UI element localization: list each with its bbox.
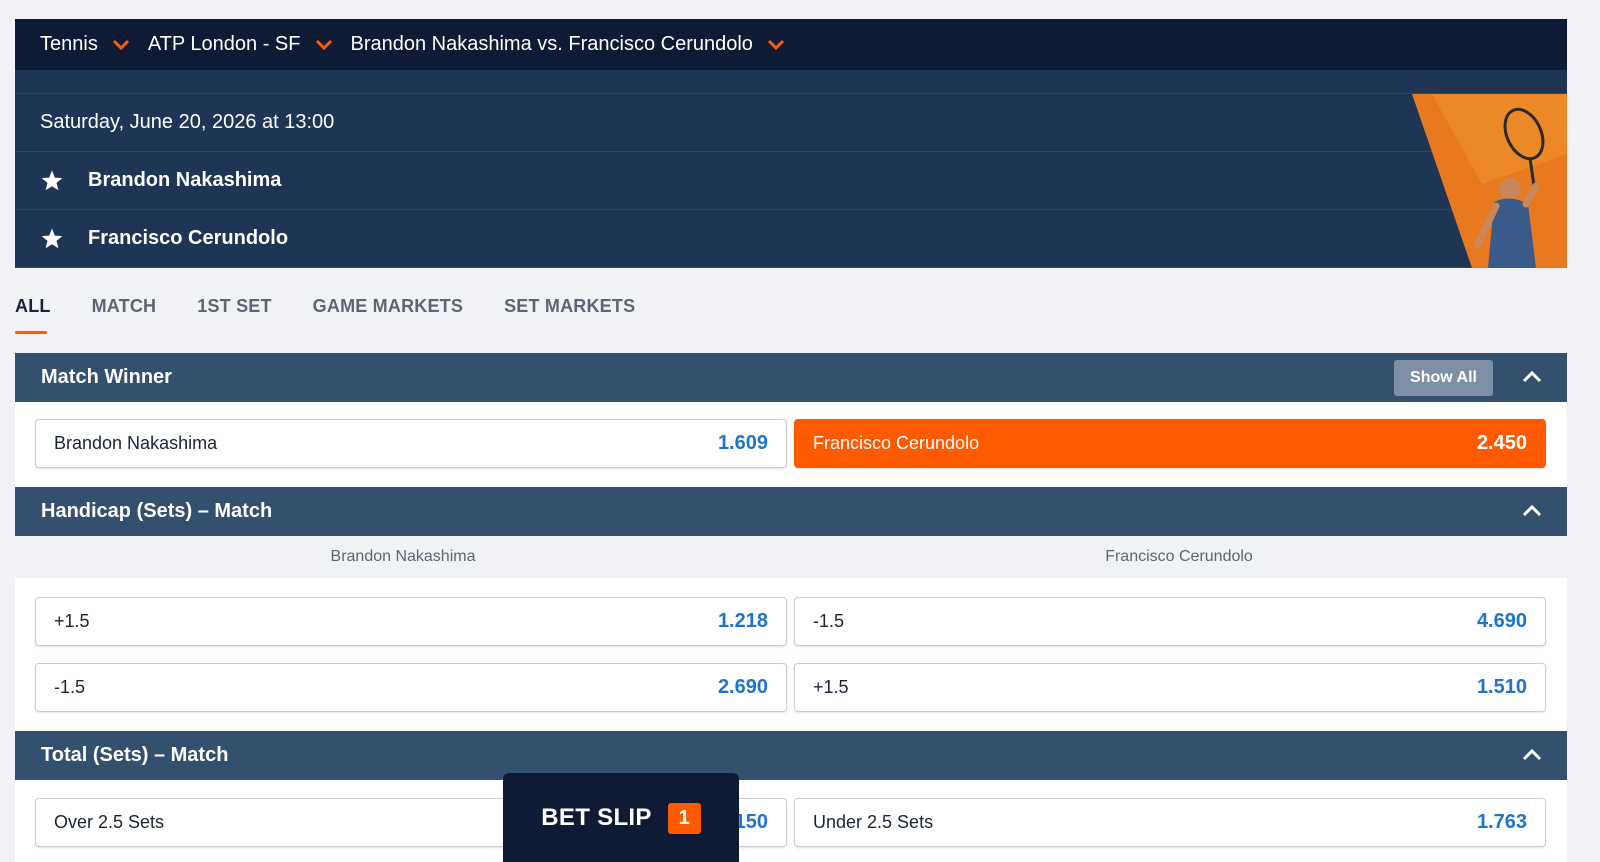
outcome-label: +1.5 bbox=[813, 677, 849, 697]
tab-all[interactable]: ALL bbox=[15, 296, 51, 338]
event-info: Saturday, June 20, 2026 at 13:00 Brandon… bbox=[15, 94, 1567, 268]
odds-button[interactable]: -1.5 2.690 bbox=[35, 663, 787, 712]
outcome-label: +1.5 bbox=[54, 611, 90, 631]
chevron-up-icon[interactable] bbox=[1521, 746, 1543, 764]
show-all-button[interactable]: Show All bbox=[1394, 360, 1493, 396]
outcome-odds: 2.690 bbox=[717, 676, 768, 698]
outcome-label: Francisco Cerundolo bbox=[813, 433, 980, 453]
favorite-star-icon[interactable] bbox=[40, 227, 64, 251]
match-winner-header[interactable]: Match Winner Show All bbox=[15, 353, 1567, 402]
outcome-label: -1.5 bbox=[54, 677, 86, 697]
outcome-label: -1.5 bbox=[813, 611, 845, 631]
breadcrumb-league-label: ATP London - SF bbox=[147, 33, 301, 55]
event-datetime-row: Saturday, June 20, 2026 at 13:00 bbox=[15, 94, 1567, 152]
bet-slip-label: BET SLIP bbox=[541, 804, 652, 831]
header-spacer bbox=[15, 70, 1567, 94]
bet-slip-count-badge: 1 bbox=[667, 803, 701, 834]
outcome-odds: 2.450 bbox=[1476, 432, 1527, 454]
odds-button[interactable]: Under 2.5 Sets 1.763 bbox=[794, 798, 1546, 847]
market-tabs: ALL MATCH 1ST SET GAME MARKETS SET MARKE… bbox=[15, 296, 676, 338]
favorite-star-icon[interactable] bbox=[40, 169, 64, 193]
outcome-odds: 1.609 bbox=[717, 432, 768, 454]
outcome-odds: 1.218 bbox=[717, 610, 768, 632]
outcome-odds: 1.510 bbox=[1476, 676, 1527, 698]
outcome-label: Over 2.5 Sets bbox=[54, 812, 165, 832]
tab-game-markets[interactable]: GAME MARKETS bbox=[313, 296, 463, 338]
outcome-odds: 4.690 bbox=[1476, 610, 1527, 632]
player-row: Francisco Cerundolo bbox=[15, 210, 1567, 268]
player-row: Brandon Nakashima bbox=[15, 152, 1567, 210]
breadcrumb-sport[interactable]: Tennis bbox=[40, 33, 130, 56]
breadcrumb-event-label: Brandon Nakashima vs. Francisco Cerundol… bbox=[350, 33, 753, 55]
event-datetime: Saturday, June 20, 2026 at 13:00 bbox=[40, 111, 335, 133]
market-title: Match Winner bbox=[41, 366, 172, 388]
column-label: Francisco Cerundolo bbox=[1105, 548, 1253, 565]
column-label: Brandon Nakashima bbox=[330, 548, 476, 565]
tab-match[interactable]: MATCH bbox=[92, 296, 157, 338]
player-name: Brandon Nakashima bbox=[88, 169, 282, 191]
breadcrumb: Tennis ATP London - SF Brandon Nakashima… bbox=[15, 19, 1567, 70]
outcome-label: Brandon Nakashima bbox=[54, 433, 218, 453]
tab-1st-set[interactable]: 1ST SET bbox=[197, 296, 271, 338]
handicap-column-labels: Brandon Nakashima Francisco Cerundolo bbox=[15, 536, 1567, 578]
outcome-odds: 150 bbox=[734, 811, 768, 833]
chevron-down-icon bbox=[315, 39, 332, 50]
event-header: Tennis ATP London - SF Brandon Nakashima… bbox=[15, 19, 1567, 268]
market-title: Total (Sets) – Match bbox=[41, 744, 229, 766]
outcome-label: Under 2.5 Sets bbox=[813, 812, 934, 832]
chevron-down-icon bbox=[767, 39, 784, 50]
breadcrumb-league[interactable]: ATP London - SF bbox=[148, 33, 333, 56]
player-name: Francisco Cerundolo bbox=[88, 227, 289, 249]
chevron-up-icon[interactable] bbox=[1521, 502, 1543, 520]
odds-button[interactable]: +1.5 1.218 bbox=[35, 597, 787, 646]
odds-button[interactable]: Brandon Nakashima 1.609 bbox=[35, 419, 787, 468]
breadcrumb-event[interactable]: Brandon Nakashima vs. Francisco Cerundol… bbox=[351, 33, 785, 56]
breadcrumb-sport-label: Tennis bbox=[40, 33, 98, 55]
handicap-header[interactable]: Handicap (Sets) – Match bbox=[15, 487, 1567, 536]
total-sets-header[interactable]: Total (Sets) – Match bbox=[15, 731, 1567, 780]
odds-button[interactable]: -1.5 4.690 bbox=[794, 597, 1546, 646]
market-title: Handicap (Sets) – Match bbox=[41, 500, 273, 522]
tennis-player-illustration bbox=[1412, 94, 1567, 268]
tab-set-markets[interactable]: SET MARKETS bbox=[504, 296, 635, 338]
outcome-odds: 1.763 bbox=[1476, 811, 1527, 833]
odds-button-selected[interactable]: Francisco Cerundolo 2.450 bbox=[794, 419, 1546, 468]
chevron-up-icon[interactable] bbox=[1521, 368, 1543, 386]
bet-slip-button[interactable]: BET SLIP 1 bbox=[503, 773, 739, 862]
chevron-down-icon bbox=[112, 39, 129, 50]
odds-button[interactable]: +1.5 1.510 bbox=[794, 663, 1546, 712]
